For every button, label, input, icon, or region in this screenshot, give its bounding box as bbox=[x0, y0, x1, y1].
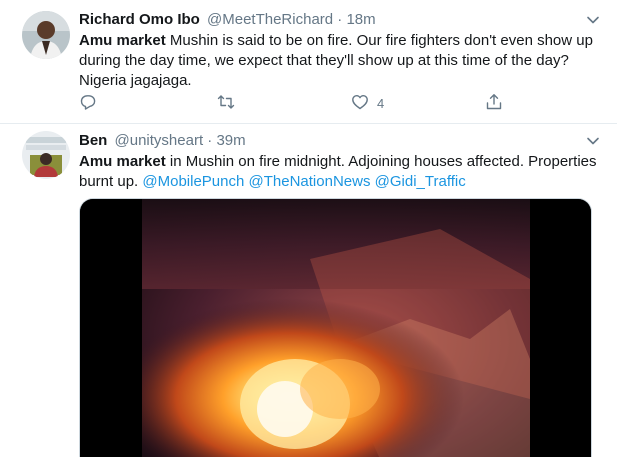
reply-button[interactable] bbox=[79, 92, 97, 114]
separator-dot: · bbox=[337, 11, 343, 28]
reply-icon bbox=[79, 93, 97, 114]
chevron-down-icon[interactable] bbox=[585, 133, 601, 149]
avatar[interactable] bbox=[22, 131, 70, 179]
tweet[interactable]: Ben @unitysheart · 39m Amu market in Mus… bbox=[0, 124, 617, 457]
tweet[interactable]: Richard Omo Ibo @MeetTheRichard · 18m Am… bbox=[0, 0, 617, 124]
retweet-button[interactable] bbox=[217, 92, 235, 114]
share-button[interactable] bbox=[485, 92, 503, 114]
share-icon bbox=[485, 93, 503, 114]
author-name[interactable]: Richard Omo Ibo bbox=[79, 11, 200, 28]
like-button[interactable]: 4 bbox=[351, 92, 384, 114]
mention-link[interactable]: @Gidi_Traffic bbox=[375, 173, 466, 190]
tweet-timestamp[interactable]: 18m bbox=[346, 11, 375, 28]
chevron-down-icon[interactable] bbox=[585, 12, 601, 28]
tweet-header: Ben @unitysheart · 39m bbox=[79, 131, 597, 151]
mention-link[interactable]: @MobilePunch bbox=[142, 173, 244, 190]
tweet-header: Richard Omo Ibo @MeetTheRichard · 18m bbox=[79, 10, 597, 30]
retweet-icon bbox=[217, 93, 235, 114]
avatar[interactable] bbox=[22, 11, 70, 59]
tweet-video[interactable] bbox=[79, 198, 592, 457]
author-handle[interactable]: @unitysheart bbox=[115, 132, 204, 149]
tweet-timestamp[interactable]: 39m bbox=[216, 132, 245, 149]
like-count: 4 bbox=[377, 95, 385, 111]
tweet-text: Amu market in Mushin on fire midnight. A… bbox=[79, 152, 601, 192]
tweet-actions: 4 bbox=[79, 92, 509, 114]
mention-link[interactable]: @TheNationNews bbox=[249, 173, 371, 190]
author-handle[interactable]: @MeetTheRichard bbox=[207, 11, 333, 28]
separator-dot: · bbox=[207, 132, 213, 149]
tweet-text-bold: Amu market bbox=[79, 32, 166, 49]
tweet-text: Amu market Mushin is said to be on fire.… bbox=[79, 31, 601, 91]
author-name[interactable]: Ben bbox=[79, 132, 107, 149]
tweet-text-bold: Amu market bbox=[79, 153, 166, 170]
heart-icon bbox=[351, 93, 369, 114]
